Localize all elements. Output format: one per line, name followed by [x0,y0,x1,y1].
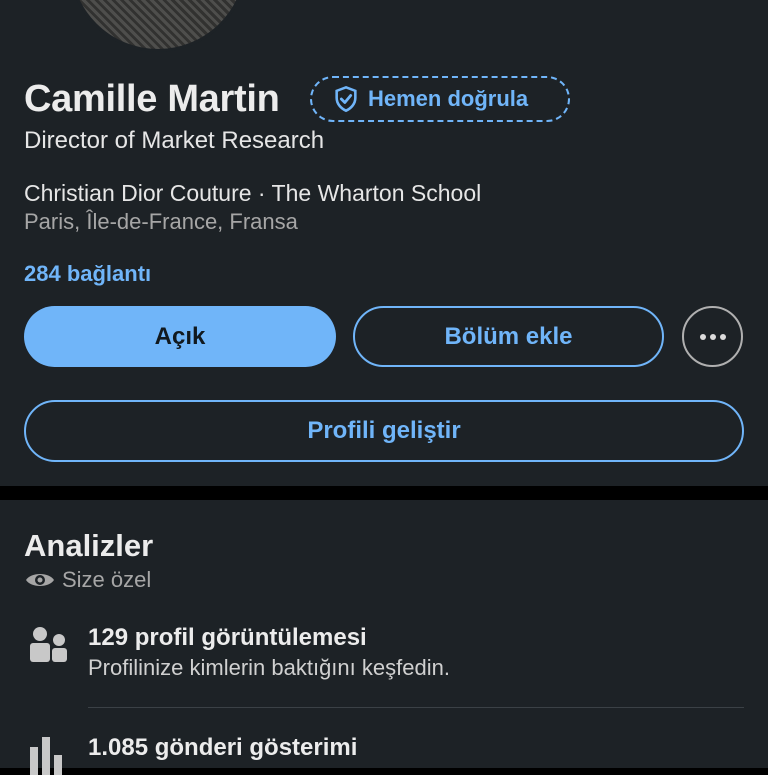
visibility-note: Size özel [24,567,151,593]
open-to-button[interactable]: Açık [24,306,336,367]
profile-organizations[interactable]: Christian Dior Couture · The Wharton Sch… [24,180,481,207]
divider [88,707,744,708]
profile-photo[interactable] [68,0,248,52]
verify-label: Hemen doğrula [368,86,529,111]
connections-link[interactable]: 284 bağlantı [24,261,151,287]
eye-icon [26,574,54,586]
more-actions-button[interactable] [682,306,743,367]
profile-location: Paris, Île-de-France, Fransa [24,209,298,234]
more-horizontal-icon [699,333,706,340]
shield-check-icon [335,85,357,113]
profile-card: Camille Martin Hemen doğrula Director of… [0,0,768,486]
visibility-label: Size özel [62,567,152,592]
enhance-profile-button[interactable]: Profili geliştir [24,400,744,462]
verify-now-button[interactable]: Hemen doğrula [310,76,570,122]
profile-name: Camille Martin [24,78,280,120]
profile-views-subtitle: Profilinize kimlerin baktığını keşfedin. [88,655,450,680]
post-impressions-title[interactable]: 1.085 gönderi gösterimi [88,734,357,762]
profile-views-title[interactable]: 129 profil görüntülemesi [88,624,367,652]
people-icon [30,627,67,662]
profile-headline: Director of Market Research [24,127,325,154]
bar-chart-icon [30,737,62,775]
add-section-button[interactable]: Bölüm ekle [353,306,664,367]
section-title: Analizler [24,528,154,563]
